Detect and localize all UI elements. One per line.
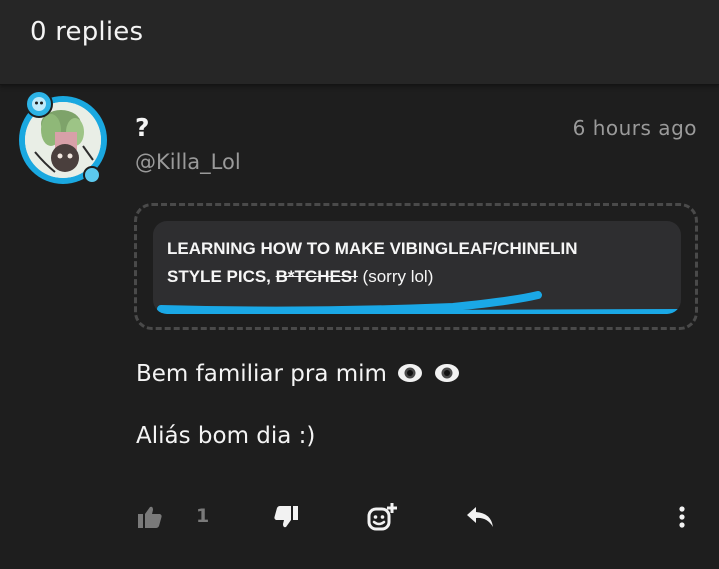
comment-message-text: Bem familiar pra mim <box>136 361 387 387</box>
add-reaction-button[interactable] <box>365 501 399 533</box>
avatar-decoration-dot <box>83 166 101 184</box>
thumbs-up-icon <box>138 506 162 528</box>
more-vertical-icon <box>679 506 685 528</box>
timestamp: 6 hours ago <box>572 116 697 140</box>
thumbs-down-icon <box>274 506 298 528</box>
replies-count-title: 0 replies <box>30 17 144 47</box>
comment-message-line1: Bem familiar pra mim <box>136 361 460 387</box>
quote-text-line1: LEARNING HOW TO MAKE VIBINGLEAF/CHINELIN <box>167 239 578 258</box>
comment-message-line2: Aliás bom dia :) <box>136 423 316 449</box>
like-count: 1 <box>196 505 210 527</box>
like-button[interactable] <box>136 501 164 533</box>
quote-text-plain: (sorry lol) <box>357 267 434 286</box>
add-reaction-icon <box>367 503 397 531</box>
eye-emoji-icon <box>434 364 459 382</box>
quote-scribble-underline <box>153 291 681 314</box>
avatar-decoration-icon <box>25 90 53 118</box>
avatar[interactable] <box>19 90 107 184</box>
more-options-button[interactable] <box>672 501 692 533</box>
reply-button[interactable] <box>465 501 495 533</box>
username[interactable]: ? <box>135 113 150 142</box>
eye-emoji-icon <box>398 364 423 382</box>
quoted-post-content: LEARNING HOW TO MAKE VIBINGLEAF/CHINELIN… <box>153 221 681 314</box>
quoted-post[interactable]: LEARNING HOW TO MAKE VIBINGLEAF/CHINELIN… <box>134 203 698 330</box>
replies-header: 0 replies <box>0 0 719 85</box>
user-handle[interactable]: @Killa_Lol <box>135 150 241 174</box>
reply-icon <box>467 507 493 527</box>
dislike-button[interactable] <box>272 501 300 533</box>
quote-text-bold: STYLE PICS, <box>167 267 276 286</box>
quote-text-line2: STYLE PICS, B*TCHES! (sorry lol) <box>167 267 433 287</box>
quote-text-strikethrough: B*TCHES! <box>275 267 358 286</box>
